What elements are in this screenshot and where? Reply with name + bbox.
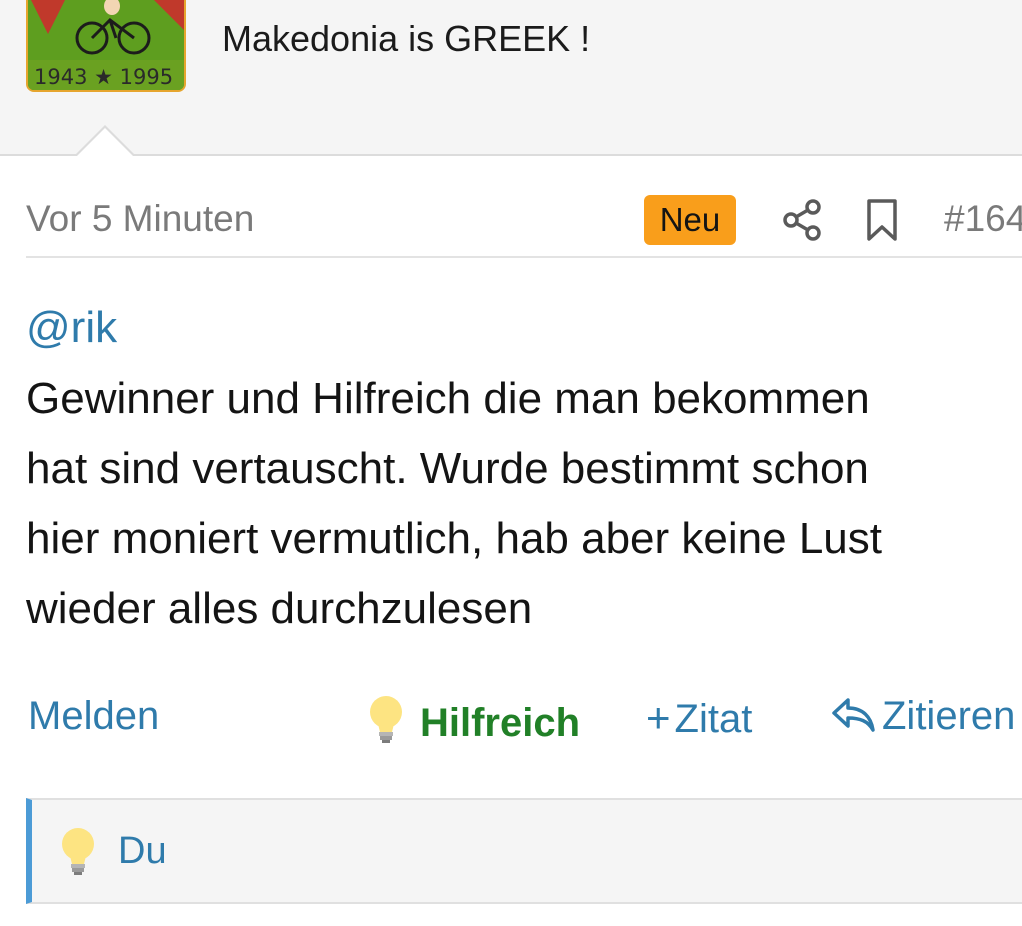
helpful-button[interactable]: Hilfreich — [366, 694, 580, 746]
report-button[interactable]: Melden — [28, 694, 159, 739]
share-icon[interactable] — [782, 198, 822, 242]
quote-button[interactable]: + Zitat — [646, 694, 752, 742]
lightbulb-icon — [62, 828, 94, 875]
avatar-image: 1943 ★ 1995 — [28, 0, 184, 90]
forum-post-screen: 1943 ★ 1995 Makedonia is GREEK ! Vor 5 M… — [0, 0, 1022, 926]
plus-icon: + — [646, 694, 671, 741]
avatar[interactable]: 1943 ★ 1995 — [26, 0, 186, 92]
lightbulb-icon — [370, 696, 402, 743]
post-text: Gewinner und Hilfreich die man bekommen … — [26, 374, 882, 633]
quote-label: Zitat — [674, 697, 753, 741]
post-number[interactable]: #164 — [944, 198, 1022, 240]
new-badge: Neu — [644, 195, 736, 245]
helpful-label: Hilfreich — [420, 701, 581, 745]
post-header: Vor 5 Minuten Neu #164 — [26, 186, 1022, 258]
post-actions: Melden Hilfreich + Zitat Zitieren — [28, 690, 1022, 750]
reply-button[interactable]: Zitieren — [830, 694, 1015, 739]
post-timestamp[interactable]: Vor 5 Minuten — [26, 198, 254, 240]
reactions-bar[interactable]: Du — [26, 798, 1022, 904]
user-signature-block: 1943 ★ 1995 Makedonia is GREEK ! — [0, 0, 1022, 157]
reaction-user-link[interactable]: Du — [118, 830, 167, 873]
user-signature: Makedonia is GREEK ! — [222, 18, 591, 59]
reply-arrow-icon — [832, 698, 875, 732]
user-mention-link[interactable]: @rik — [26, 296, 1022, 360]
reply-label: Zitieren — [882, 694, 1016, 738]
bookmark-icon[interactable] — [864, 198, 900, 242]
post-content: @rik Gewinner und Hilfreich die man beko… — [26, 296, 1022, 644]
avatar-years: 1943 ★ 1995 — [34, 65, 173, 89]
